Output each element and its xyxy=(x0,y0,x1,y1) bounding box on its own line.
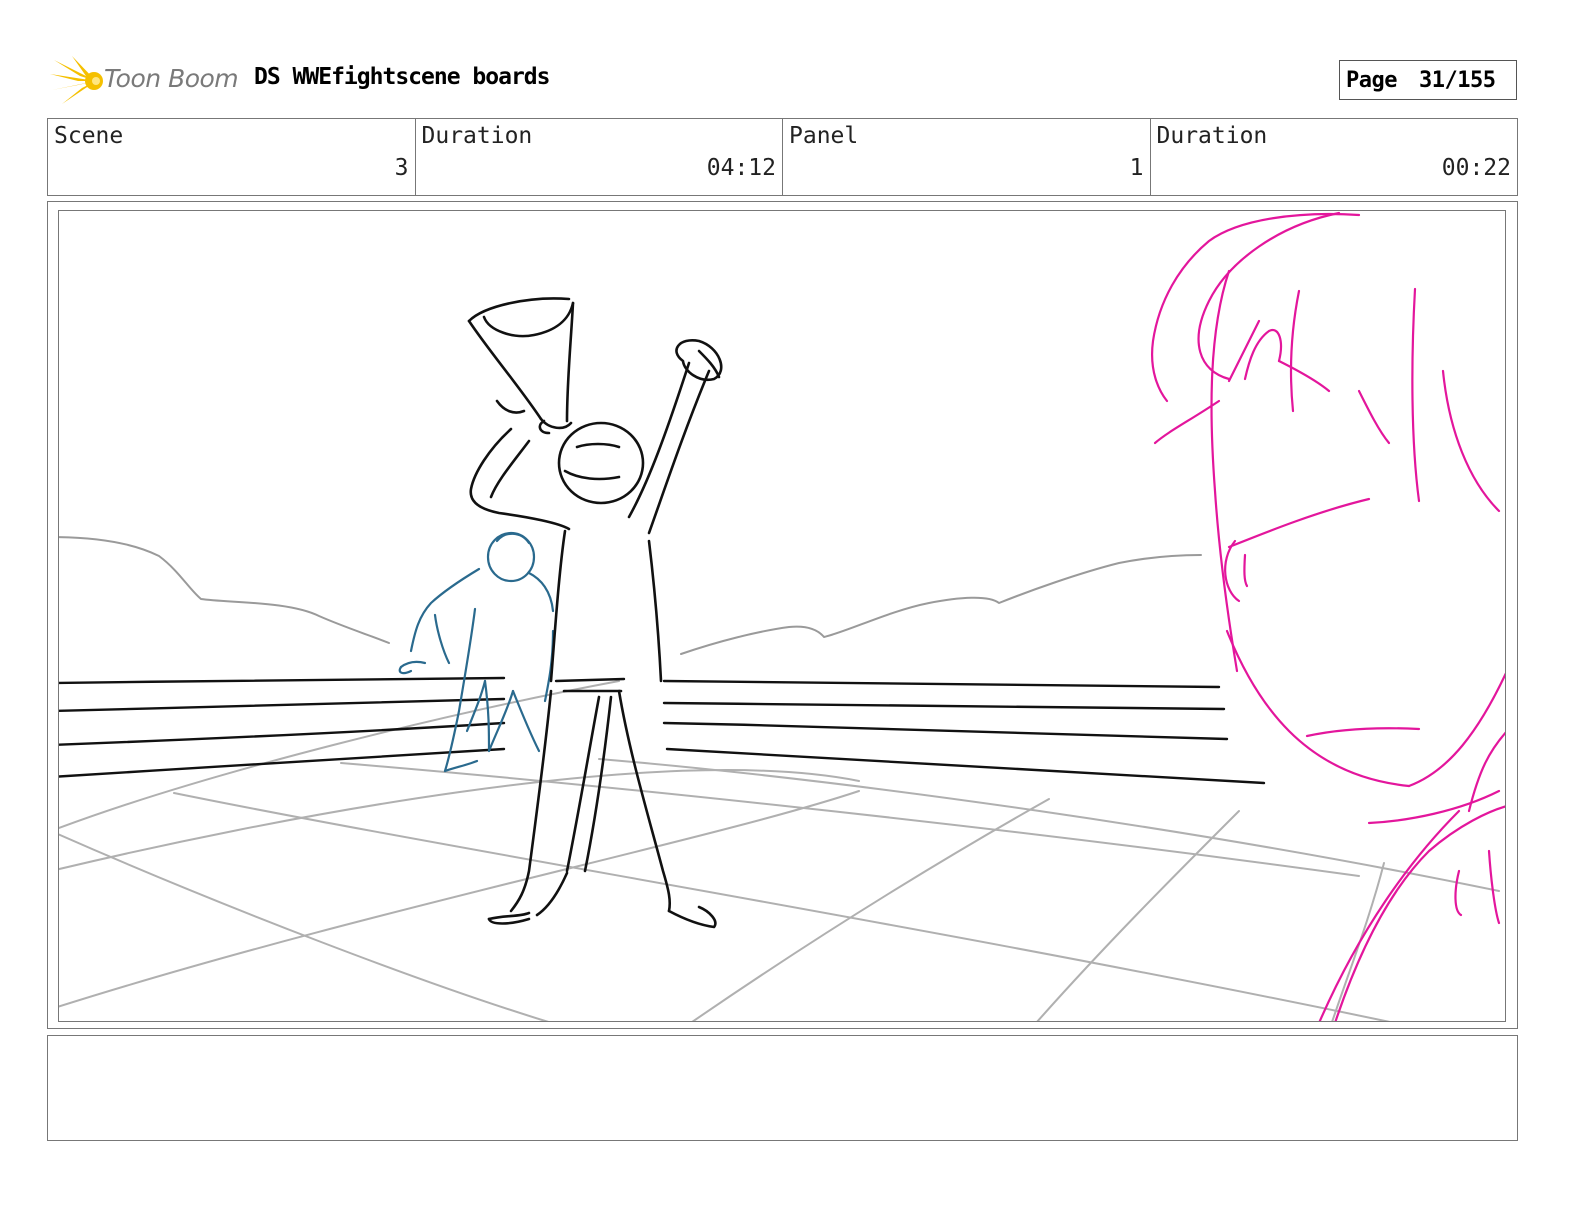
scene-duration-label: Duration xyxy=(421,123,533,149)
storyboard-panel-image xyxy=(58,210,1506,1022)
panel-duration-label: Duration xyxy=(1156,123,1268,149)
mountains-sketch xyxy=(59,536,1202,655)
scene-duration-value: 04:12 xyxy=(706,155,776,181)
panel-cell: Panel 1 xyxy=(783,119,1151,195)
scene-cell: Scene 3 xyxy=(48,119,416,195)
foreground-character-sketch xyxy=(1151,211,1505,1021)
scene-value: 3 xyxy=(394,155,409,181)
ring-ropes-sketch xyxy=(59,676,1266,785)
panel-label: Panel xyxy=(789,123,859,149)
scene-duration-cell: Duration 04:12 xyxy=(416,119,783,195)
brand-name: Toon Boom xyxy=(104,64,239,93)
ring-floor-grid xyxy=(59,680,1500,1021)
background-wrestler-sketch xyxy=(398,531,555,773)
panel-duration-cell: Duration 00:22 xyxy=(1151,119,1518,195)
page-number: 31/155 xyxy=(1418,67,1496,93)
panel-notes-area[interactable] xyxy=(47,1035,1518,1141)
scene-info-table: Scene 3 Duration 04:12 Panel 1 Duration … xyxy=(47,118,1518,196)
storyboard-panel-frame xyxy=(47,201,1518,1029)
panel-duration-value: 00:22 xyxy=(1441,155,1511,181)
champion-wrestler-sketch xyxy=(467,297,723,929)
page-label: Page xyxy=(1346,67,1397,93)
starburst-icon xyxy=(50,56,103,104)
document-title: DS WWEfightscene boards xyxy=(254,64,550,90)
page-indicator: Page 31/155 xyxy=(1339,60,1517,100)
panel-value: 1 xyxy=(1129,155,1144,181)
scene-label: Scene xyxy=(54,123,124,149)
